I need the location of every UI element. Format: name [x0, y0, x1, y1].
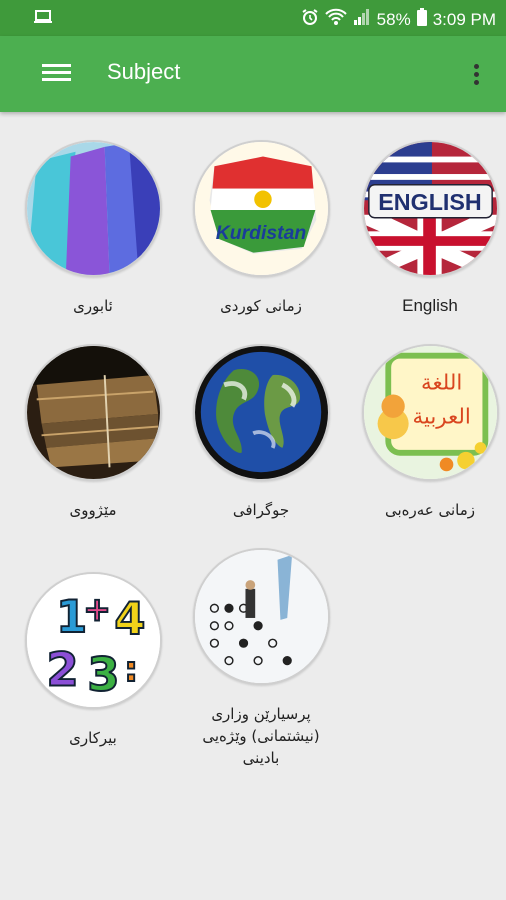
exam-sheet-image — [192, 548, 330, 685]
economy-image — [24, 140, 162, 277]
subject-tile-english[interactable]: ENGLISH English — [355, 140, 505, 317]
subject-label: بیرکاری — [69, 729, 117, 747]
status-bar: 58% 3:09 PM — [0, 0, 506, 36]
subject-tile-history[interactable]: مێژووی — [18, 344, 168, 521]
more-options-icon[interactable] — [466, 58, 486, 90]
subject-tile-kurdish[interactable]: Kurdistan زمانی کوردی — [186, 140, 336, 317]
svg-text:Kurdistan: Kurdistan — [215, 222, 306, 244]
math-numbers-image: 1 + 4 2 3 : — [24, 572, 162, 709]
svg-text:2: 2 — [46, 643, 78, 697]
globe-image — [192, 344, 330, 481]
svg-text:4: 4 — [114, 593, 145, 645]
subject-tile-arabic[interactable]: اللغة العربية زمانی عەرەبی — [355, 344, 505, 521]
subject-tile-economy[interactable]: ئابوری — [18, 140, 168, 317]
hamburger-menu-icon[interactable] — [42, 58, 82, 90]
svg-text:اللغة: اللغة — [421, 371, 462, 396]
subject-label: پرسیارێن وزاری (نیشتمانی) وێژەیی بادینی — [202, 705, 320, 767]
subject-tile-math[interactable]: 1 + 4 2 3 : بیرکاری — [18, 572, 168, 749]
english-flag-image: ENGLISH — [361, 140, 499, 277]
svg-text:ENGLISH: ENGLISH — [378, 189, 481, 215]
battery-icon — [416, 8, 427, 31]
subject-label: زمانی عەرەبی — [384, 501, 476, 519]
app-bar: Subject — [0, 36, 506, 112]
signal-icon — [353, 8, 371, 31]
arabic-language-image: اللغة العربية — [361, 344, 499, 481]
svg-text::: : — [124, 650, 138, 690]
subject-label: ئابوری — [73, 297, 113, 315]
subject-label: زمانی کوردی — [220, 297, 302, 315]
svg-text:3: 3 — [87, 647, 119, 701]
subject-label: English — [402, 296, 458, 315]
wifi-icon — [324, 8, 347, 31]
kurdistan-flag-image: Kurdistan — [192, 140, 330, 277]
clock-time: 3:09 PM — [432, 9, 496, 29]
history-books-image — [24, 344, 162, 481]
svg-text:+: + — [83, 590, 111, 629]
alarm-icon — [301, 8, 319, 31]
subject-label: جوگرافی — [232, 501, 290, 519]
subject-tile-ministry-exams[interactable]: پرسیارێن وزاری (نیشتمانی) وێژەیی بادینی — [186, 548, 336, 769]
page-title: Subject — [107, 59, 181, 84]
subject-grid: ئابوری Kurdistan زمانی کوردی ENGLISH Eng… — [0, 112, 506, 900]
svg-text:العربية: العربية — [412, 405, 470, 430]
battery-percent: 58% — [376, 9, 411, 29]
laptop-icon — [33, 9, 53, 30]
subject-tile-geography[interactable]: جوگرافی — [186, 344, 336, 521]
subject-label: مێژووی — [69, 501, 117, 519]
